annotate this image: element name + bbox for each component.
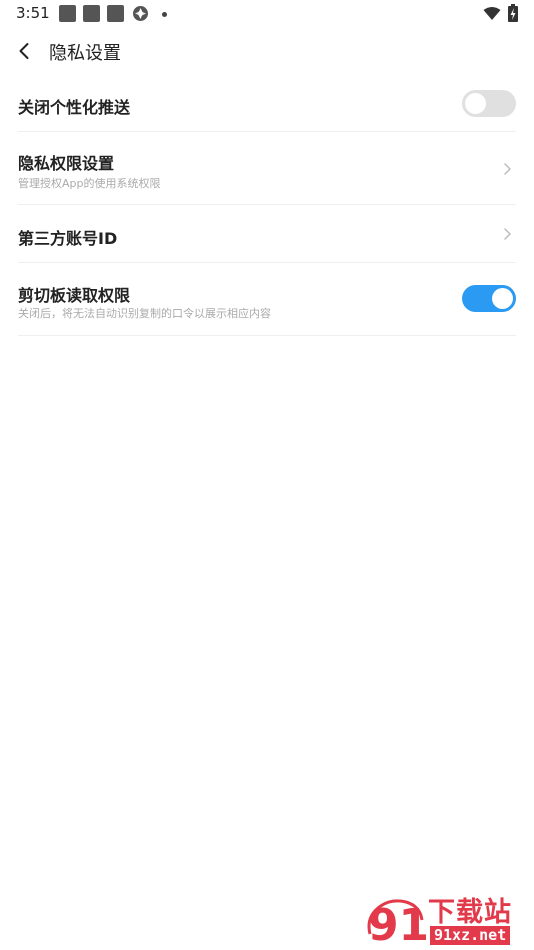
setting-row-privacy-permissions[interactable]: 隐私权限设置 管理授权App的使用系统权限 <box>18 132 516 205</box>
clipboard-permission-toggle[interactable] <box>462 285 516 312</box>
notification-square-icon <box>59 5 76 22</box>
chevron-right-icon <box>504 228 511 240</box>
back-button[interactable] <box>12 38 38 64</box>
status-bar: 3:51 <box>0 0 534 28</box>
notification-square-icon <box>83 5 100 22</box>
app-bar: 隐私设置 <box>0 28 534 76</box>
settings-list: 关闭个性化推送 隐私权限设置 管理授权App的使用系统权限 第三方账号ID 剪切… <box>18 76 516 336</box>
dot-icon <box>162 12 167 17</box>
status-time: 3:51 <box>16 4 50 22</box>
chevron-right-icon <box>504 163 511 175</box>
setting-row-third-party-id[interactable]: 第三方账号ID <box>18 205 516 263</box>
setting-title: 第三方账号ID <box>18 229 118 248</box>
battery-charging-icon <box>508 4 518 22</box>
watermark: 91 下载站 91xz.net <box>362 888 534 950</box>
personalized-push-toggle[interactable] <box>462 90 516 117</box>
setting-title: 隐私权限设置 <box>18 154 115 173</box>
setting-description: 管理授权App的使用系统权限 <box>18 177 161 190</box>
toggle-knob <box>492 288 513 309</box>
watermark-logo-icon: 91 <box>367 899 426 948</box>
toggle-knob <box>465 93 486 114</box>
setting-title: 剪切板读取权限 <box>18 286 131 305</box>
svg-text:91: 91 <box>368 900 426 948</box>
setting-row-clipboard-permission[interactable]: 剪切板读取权限 关闭后，将无法自动识别复制的口令以展示相应内容 <box>18 263 516 336</box>
wifi-icon <box>483 7 501 20</box>
setting-row-personalized-push[interactable]: 关闭个性化推送 <box>18 76 516 132</box>
aperture-icon <box>133 6 148 21</box>
chevron-left-icon <box>19 43 29 59</box>
notification-square-icon <box>107 5 124 22</box>
watermark-cn-text: 下载站 <box>428 897 512 928</box>
page-title: 隐私设置 <box>49 43 121 64</box>
setting-description: 关闭后，将无法自动识别复制的口令以展示相应内容 <box>18 307 271 320</box>
watermark-en-text: 91xz.net <box>430 926 511 945</box>
setting-title: 关闭个性化推送 <box>18 98 131 117</box>
